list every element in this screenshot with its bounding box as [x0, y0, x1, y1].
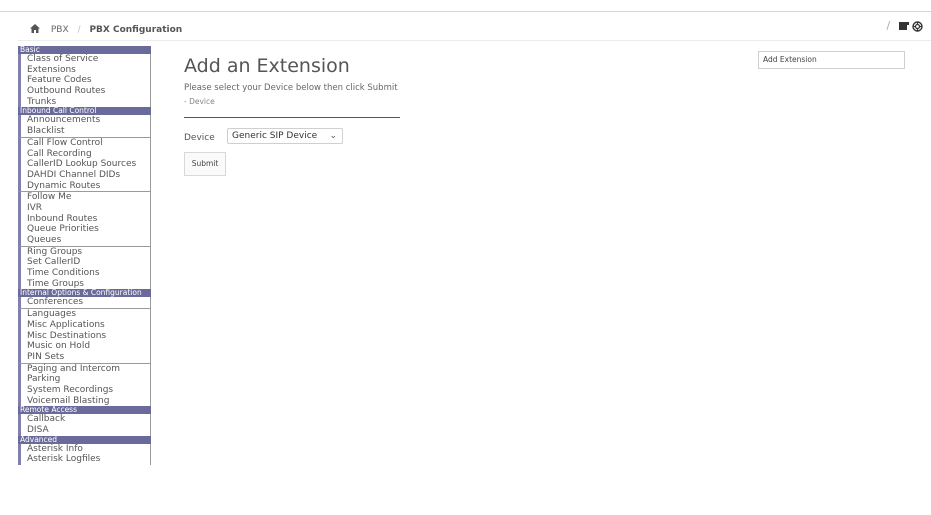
- sidebar-item-misc-applications[interactable]: Misc Applications: [18, 319, 151, 331]
- sidebar-item-call-recording[interactable]: Call Recording: [18, 148, 151, 160]
- sidebar-section-advanced: Advanced: [18, 435, 151, 444]
- page-title: Add an Extension: [184, 55, 350, 77]
- sidebar-item-ivr[interactable]: IVR: [18, 202, 151, 214]
- chevron-down-icon: ⌄: [329, 131, 337, 141]
- sidebar-item-set-callerid[interactable]: Set CallerID: [18, 257, 151, 269]
- tools-separator: /: [886, 19, 891, 32]
- sidebar-item-follow-me[interactable]: Follow Me: [18, 191, 151, 203]
- sidebar-section-basic: Basic: [18, 46, 151, 54]
- sidebar-item-ring-groups[interactable]: Ring Groups: [18, 245, 151, 258]
- sidebar-section-remote-access: Remote Access: [18, 406, 151, 415]
- sidebar-nav: Basic Class of Service Extensions Featur…: [18, 46, 151, 466]
- add-extension-link[interactable]: Add Extension: [758, 51, 905, 69]
- toggle-panel-icon[interactable]: [899, 21, 910, 34]
- help-lifebuoy-icon[interactable]: [912, 20, 923, 35]
- sidebar-item-class-of-service[interactable]: Class of Service: [18, 54, 151, 65]
- instruction-text: Please select your Device below then cli…: [184, 83, 398, 93]
- device-label: Device: [184, 133, 215, 143]
- sidebar-item-music-on-hold[interactable]: Music on Hold: [18, 341, 151, 352]
- home-icon[interactable]: [30, 24, 40, 33]
- sidebar-item-asterisk-logfiles[interactable]: Asterisk Logfiles: [18, 454, 151, 466]
- sidebar-item-parking[interactable]: Parking: [18, 374, 151, 385]
- sidebar-item-outbound-routes[interactable]: Outbound Routes: [18, 86, 151, 97]
- sidebar-item-call-flow-control[interactable]: Call Flow Control: [18, 136, 151, 149]
- breadcrumb: PBX / PBX Configuration: [30, 23, 182, 35]
- breadcrumb-separator: /: [77, 25, 81, 35]
- sidebar-item-inbound-routes[interactable]: Inbound Routes: [18, 213, 151, 225]
- section-divider: [184, 117, 400, 118]
- sidebar-item-system-recordings[interactable]: System Recordings: [18, 384, 151, 396]
- sidebar-item-callback[interactable]: Callback: [18, 414, 151, 425]
- breadcrumb-item-pbx-configuration: PBX Configuration: [89, 25, 183, 35]
- sidebar-section-inbound-call-control: Inbound Call Control: [18, 107, 151, 116]
- sidebar-item-asterisk-info[interactable]: Asterisk Info: [18, 443, 151, 455]
- sidebar-item-blacklist[interactable]: Blacklist: [18, 126, 151, 137]
- sidebar-item-dynamic-routes[interactable]: Dynamic Routes: [18, 180, 151, 192]
- sidebar-item-callerid-lookup-sources[interactable]: CallerID Lookup Sources: [18, 159, 151, 170]
- sidebar-item-queue-priorities[interactable]: Queue Priorities: [18, 224, 151, 235]
- sidebar-item-queues[interactable]: Queues: [18, 235, 151, 246]
- sidebar-item-announcements[interactable]: Announcements: [18, 115, 151, 127]
- sidebar-item-feature-codes[interactable]: Feature Codes: [18, 75, 151, 87]
- sidebar-item-languages[interactable]: Languages: [18, 308, 151, 320]
- device-select[interactable]: Generic SIP Device ⌄: [227, 128, 343, 144]
- device-section-label: - Device: [184, 97, 215, 106]
- sidebar-section-internal-options: Internal Options & Configuration: [18, 289, 151, 298]
- sidebar-item-extensions[interactable]: Extensions: [18, 64, 151, 76]
- breadcrumb-bar: PBX / PBX Configuration /: [18, 16, 931, 41]
- device-select-value: Generic SIP Device: [232, 131, 318, 141]
- sidebar-item-misc-destinations[interactable]: Misc Destinations: [18, 330, 151, 342]
- sidebar-item-dahdi-channel-dids[interactable]: DAHDI Channel DIDs: [18, 169, 151, 181]
- top-divider: [0, 11, 931, 12]
- breadcrumb-item-pbx[interactable]: PBX: [51, 25, 69, 35]
- header-tools: /: [886, 19, 923, 35]
- sidebar-item-paging-and-intercom[interactable]: Paging and Intercom: [18, 362, 151, 375]
- sidebar-item-pin-sets[interactable]: PIN Sets: [18, 351, 151, 363]
- submit-button[interactable]: Submit: [184, 152, 226, 176]
- sidebar-item-time-conditions[interactable]: Time Conditions: [18, 268, 151, 279]
- sidebar-item-conferences[interactable]: Conferences: [18, 297, 151, 309]
